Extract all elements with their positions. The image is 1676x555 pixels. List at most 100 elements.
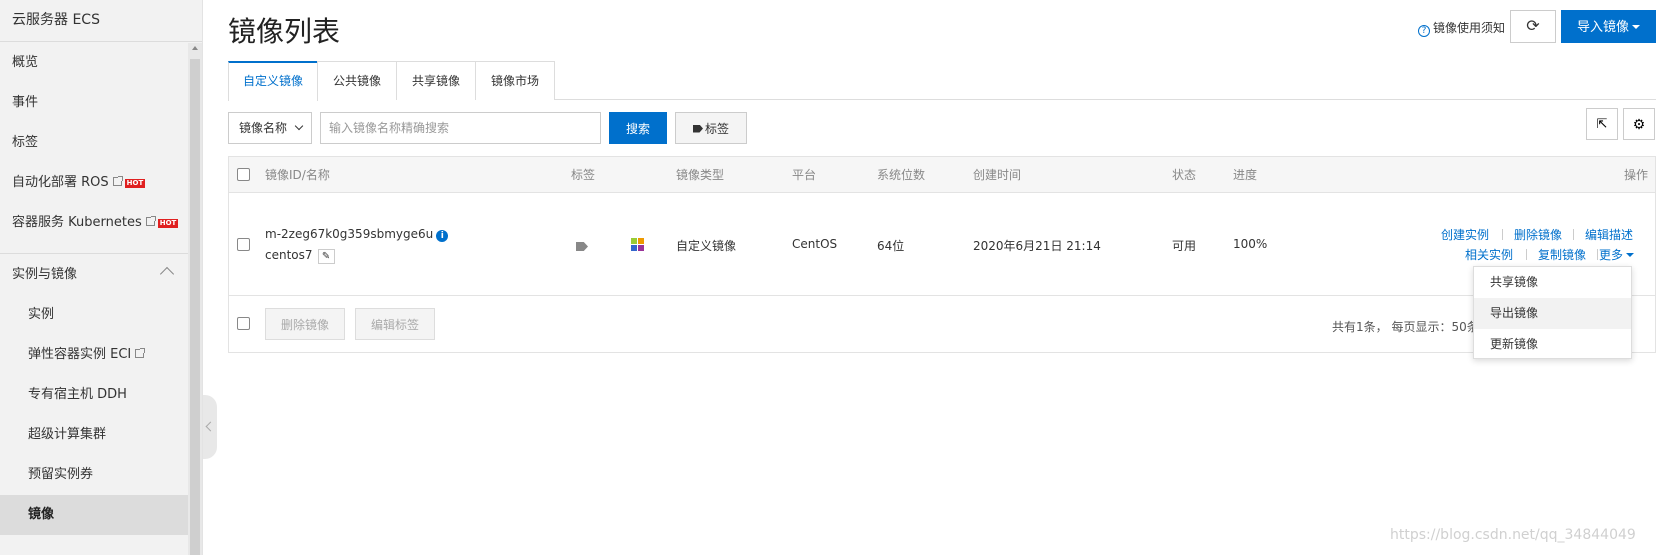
- gear-icon: ⚙: [1632, 116, 1646, 132]
- external-link-icon: [112, 176, 123, 186]
- external-link-icon: [135, 348, 146, 358]
- select-value: 镜像名称: [239, 121, 288, 135]
- footer-select-all-checkbox[interactable]: [237, 317, 250, 330]
- watermark: https://blog.csdn.net/qq_34844049: [1390, 527, 1636, 543]
- sidebar-item-scc[interactable]: 超级计算集群: [0, 415, 188, 455]
- menu-item-share-image[interactable]: 共享镜像: [1474, 267, 1631, 298]
- tag-filter-button[interactable]: 标签: [675, 112, 747, 144]
- image-table: 镜像ID/名称 标签 镜像类型 平台 系统位数 创建时间 状态 进度 操作 m-…: [228, 156, 1656, 353]
- sidebar-item-label: 弹性容器实例 ECI: [28, 347, 132, 362]
- row-checkbox[interactable]: [237, 238, 250, 251]
- caret-down-icon: [1632, 25, 1640, 29]
- refresh-icon: ⟳: [1526, 18, 1540, 35]
- divider: [1526, 249, 1527, 260]
- column-header: 进度: [1233, 168, 1258, 182]
- sidebar-item-label: 自动化部署 ROS: [12, 175, 109, 190]
- image-bits: 64位: [877, 239, 905, 253]
- hot-badge: HOT: [157, 219, 179, 228]
- edit-name-icon[interactable]: ✎: [317, 249, 335, 264]
- tab-custom-images[interactable]: 自定义镜像: [228, 61, 318, 101]
- column-header: 操作: [1624, 168, 1649, 182]
- edit-description-link[interactable]: 编辑描述: [1585, 226, 1633, 243]
- row-tag-cell: [576, 240, 588, 254]
- column-header: 创建时间: [973, 168, 1022, 182]
- sidebar-item-overview[interactable]: 概览: [0, 43, 188, 83]
- sidebar-item-label: 容器服务 Kubernetes: [12, 215, 142, 230]
- menu-item-export-image[interactable]: 导出镜像: [1474, 298, 1631, 329]
- select-all-checkbox[interactable]: [237, 168, 250, 181]
- sidebar-section-label: 实例与镜像: [12, 267, 78, 282]
- platform-logo-cell: [631, 238, 644, 254]
- image-id: m-2zeg67k0g359sbmyge6u: [265, 227, 434, 241]
- search-button[interactable]: 搜索: [609, 112, 667, 144]
- sidebar: 云服务器 ECS 概览 事件 标签 自动化部署 ROS HOT 容器服务 Kube…: [0, 0, 203, 555]
- page-title: 镜像列表: [228, 15, 341, 48]
- sidebar-item-tags[interactable]: 标签: [0, 123, 188, 163]
- export-icon: ⇱: [1596, 116, 1608, 131]
- info-icon[interactable]: i: [436, 230, 449, 242]
- sidebar-item-eci[interactable]: 弹性容器实例 ECI: [0, 335, 188, 375]
- copy-image-link[interactable]: 复制镜像: [1538, 246, 1586, 263]
- column-header: 标签: [571, 168, 596, 182]
- sidebar-item-ros[interactable]: 自动化部署 ROS HOT: [0, 163, 188, 203]
- more-actions-link[interactable]: 更多: [1599, 246, 1635, 263]
- sidebar-item-ddh[interactable]: 专有宿主机 DDH: [0, 375, 188, 415]
- delete-image-link[interactable]: 删除镜像: [1514, 226, 1562, 243]
- refresh-button[interactable]: ⟳: [1510, 10, 1556, 43]
- search-field-select[interactable]: 镜像名称: [228, 112, 312, 144]
- import-image-button[interactable]: 导入镜像: [1561, 10, 1656, 43]
- column-header: 平台: [792, 168, 817, 182]
- image-name: centos7: [265, 248, 313, 262]
- menu-item-update-image[interactable]: 更新镜像: [1474, 329, 1631, 360]
- notice-label: 镜像使用须知: [1433, 21, 1506, 35]
- image-progress: 100%: [1233, 237, 1268, 251]
- divider: [1573, 229, 1574, 240]
- tab-marketplace-images[interactable]: 镜像市场: [475, 61, 555, 100]
- image-type: 自定义镜像: [676, 239, 737, 253]
- image-created-time: 2020年6月21日 21:14: [973, 239, 1101, 253]
- sidebar-item-reserved[interactable]: 预留实例券: [0, 455, 188, 495]
- more-actions-dropdown: 共享镜像 导出镜像 更新镜像: [1473, 266, 1632, 359]
- related-instances-link[interactable]: 相关实例: [1465, 246, 1513, 263]
- settings-button[interactable]: ⚙: [1623, 108, 1655, 140]
- more-label: 更多: [1599, 248, 1624, 262]
- sidebar-menu: 概览 事件 标签 自动化部署 ROS HOT 容器服务 Kubernetes HOT…: [0, 43, 188, 535]
- chevron-down-icon: [294, 121, 304, 131]
- sidebar-scrollbar[interactable]: [188, 43, 202, 555]
- table-row: m-2zeg67k0g359sbmyge6u i centos7 ✎ 自定义镜像 C…: [229, 194, 1655, 296]
- tab-public-images[interactable]: 公共镜像: [317, 61, 397, 100]
- centos-logo-icon: [631, 238, 644, 251]
- sidebar-item-instances[interactable]: 实例: [0, 295, 188, 335]
- column-header: 镜像类型: [676, 168, 725, 182]
- divider: [1502, 229, 1503, 240]
- hot-badge: HOT: [124, 179, 146, 188]
- tab-shared-images[interactable]: 共享镜像: [396, 61, 476, 100]
- create-instance-link[interactable]: 创建实例: [1441, 226, 1489, 243]
- import-label: 导入镜像: [1576, 19, 1629, 34]
- batch-delete-button[interactable]: 删除镜像: [265, 308, 346, 340]
- sidebar-section-instances-images[interactable]: 实例与镜像: [0, 253, 188, 295]
- image-tabs: 自定义镜像 公共镜像 共享镜像 镜像市场: [228, 61, 1656, 101]
- sidebar-item-images[interactable]: 镜像: [0, 495, 188, 535]
- image-platform: CentOS: [792, 237, 838, 251]
- column-header: 状态: [1172, 168, 1197, 182]
- sidebar-item-events[interactable]: 事件: [0, 83, 188, 123]
- export-button[interactable]: ⇱: [1586, 108, 1618, 140]
- image-status: 可用: [1172, 239, 1197, 253]
- scroll-up-icon[interactable]: [192, 46, 198, 50]
- column-header: 系统位数: [877, 168, 926, 182]
- scrollbar-thumb[interactable]: [190, 59, 200, 555]
- column-header: 镜像ID/名称: [265, 168, 330, 182]
- tag-label: 标签: [704, 121, 729, 136]
- image-id-cell: m-2zeg67k0g359sbmyge6u i: [265, 227, 449, 242]
- tag-icon[interactable]: [576, 242, 588, 251]
- sidebar-collapse-handle[interactable]: [203, 395, 217, 459]
- image-name-cell: centos7 ✎: [265, 248, 335, 264]
- search-input[interactable]: [320, 112, 601, 144]
- tag-icon: [692, 124, 703, 133]
- sidebar-item-kubernetes[interactable]: 容器服务 Kubernetes HOT: [0, 203, 188, 243]
- usage-notice-link[interactable]: ? 镜像使用须知: [1418, 19, 1505, 37]
- batch-edit-tags-button[interactable]: 编辑标签: [355, 308, 436, 340]
- help-icon: ?: [1418, 25, 1430, 37]
- divider: [1597, 249, 1598, 260]
